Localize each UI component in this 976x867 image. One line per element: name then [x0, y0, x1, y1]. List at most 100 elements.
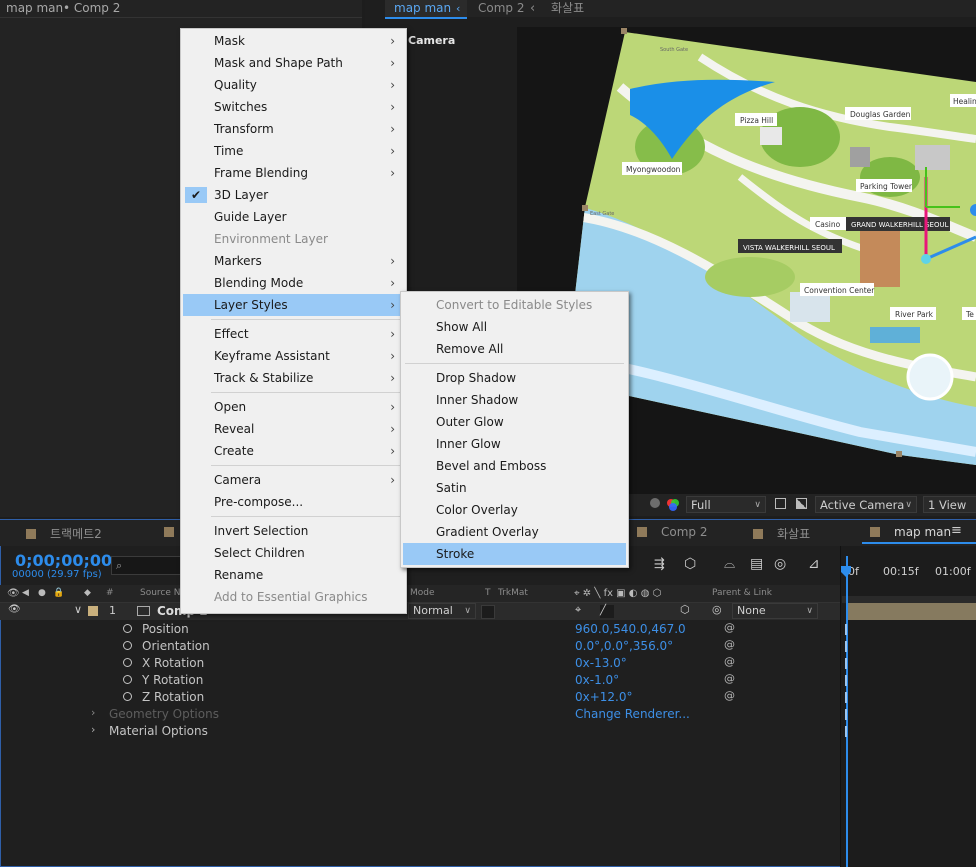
- visibility-eye-icon[interactable]: 👁: [8, 604, 21, 615]
- stopwatch-icon[interactable]: [123, 658, 132, 667]
- menu-item-open[interactable]: Open ›: [181, 396, 406, 418]
- tab-comp-2[interactable]: Comp 2: [637, 525, 707, 539]
- menu-item-gradient-overlay[interactable]: Gradient Overlay: [401, 521, 628, 543]
- change-renderer-link[interactable]: Change Renderer...: [575, 707, 690, 721]
- menu-item-time[interactable]: Time ›: [181, 140, 406, 162]
- property-value[interactable]: 0.0°,0.0°,356.0°: [575, 639, 673, 653]
- pick-whip-icon[interactable]: @: [724, 655, 735, 668]
- menu-item-guide-layer[interactable]: Guide Layer: [181, 206, 406, 228]
- menu-item-inner-glow[interactable]: Inner Glow: [401, 433, 628, 455]
- project-panel-comp-tab[interactable]: • Comp 2: [63, 1, 120, 15]
- menu-item-mask[interactable]: Mask ›: [181, 30, 406, 52]
- label-color-swatch[interactable]: [88, 606, 98, 616]
- project-panel-tab[interactable]: map man • Comp 2: [0, 0, 362, 18]
- label-icon[interactable]: ◆: [84, 588, 91, 598]
- tab-map-man[interactable]: map man: [870, 525, 951, 539]
- menu-item-transform[interactable]: Transform ›: [181, 118, 406, 140]
- chevron-right-icon[interactable]: ›: [91, 723, 95, 736]
- draft-3d-icon[interactable]: ⬡: [684, 556, 696, 572]
- panel-menu-icon[interactable]: ≡: [951, 523, 962, 538]
- chevron-right-icon[interactable]: ›: [91, 706, 95, 719]
- quality-switch-icon[interactable]: ╱: [600, 605, 614, 618]
- menu-item-invert-selection[interactable]: Invert Selection: [181, 520, 406, 542]
- tab-arrow[interactable]: 화살표: [551, 0, 584, 17]
- menu-item-keyframe-assistant[interactable]: Keyframe Assistant ›: [181, 345, 406, 367]
- chevron-down-icon[interactable]: ∨: [74, 603, 82, 616]
- transparency-grid-icon[interactable]: [796, 498, 807, 509]
- layer-row[interactable]: 👁 ∨ 1 Comp 2 Normal∨ ⌖ ╱ ⬡ ◎ None∨: [0, 603, 840, 620]
- menu-item-effect[interactable]: Effect ›: [181, 323, 406, 345]
- column-mode[interactable]: Mode: [410, 588, 435, 598]
- camera-view-select[interactable]: Active Camera ∨: [815, 496, 917, 513]
- menu-item-bevel-and-emboss[interactable]: Bevel and Emboss: [401, 455, 628, 477]
- channel-icon[interactable]: [650, 498, 660, 508]
- property-row-z-rotation[interactable]: Z Rotation 0x+12.0° @: [0, 689, 840, 706]
- menu-item-markers[interactable]: Markers ›: [181, 250, 406, 272]
- property-row-orientation[interactable]: Orientation 0.0°,0.0°,356.0° @: [0, 638, 840, 655]
- tab-comp-2[interactable]: Comp 2: [478, 0, 524, 17]
- layer-duration-bar[interactable]: [846, 603, 976, 620]
- blend-mode-select[interactable]: Normal ∨: [408, 603, 476, 619]
- property-value[interactable]: 0x-1.0°: [575, 673, 619, 687]
- tab-trackmatte2[interactable]: 트랙메트2: [26, 525, 102, 542]
- menu-item-pre-compose[interactable]: Pre-compose...: [181, 491, 406, 513]
- menu-item-switches[interactable]: Switches ›: [181, 96, 406, 118]
- stopwatch-icon[interactable]: [123, 675, 132, 684]
- layer-search-input[interactable]: ⌕: [111, 556, 186, 575]
- color-channels-icon[interactable]: [666, 497, 680, 511]
- property-row-position[interactable]: Position 960.0,540.0,467.0 @: [0, 621, 840, 638]
- menu-item-color-overlay[interactable]: Color Overlay: [401, 499, 628, 521]
- 3d-layer-switch-icon[interactable]: ⬡: [680, 603, 690, 616]
- menu-item-3d-layer[interactable]: ✔ 3D Layer: [181, 184, 406, 206]
- motion-blur-icon[interactable]: ◎: [774, 556, 786, 572]
- tab-map-man[interactable]: map man ‹: [385, 0, 467, 19]
- menu-item-blending-mode[interactable]: Blending Mode ›: [181, 272, 406, 294]
- graph-editor-icon[interactable]: ⊿: [808, 556, 820, 572]
- menu-item-quality[interactable]: Quality ›: [181, 74, 406, 96]
- menu-item-select-children[interactable]: Select Children: [181, 542, 406, 564]
- composition-flowchart-icon[interactable]: ⇶: [654, 557, 665, 572]
- column-trkmat[interactable]: TrkMat: [498, 588, 528, 598]
- view-layout-select[interactable]: 1 View: [923, 496, 976, 513]
- menu-item-show-all[interactable]: Show All: [401, 316, 628, 338]
- audio-icon[interactable]: ◀: [22, 588, 29, 598]
- menu-item-layer-styles[interactable]: Layer Styles ›: [183, 294, 404, 316]
- menu-item-camera[interactable]: Camera ›: [181, 469, 406, 491]
- shy-layers-icon[interactable]: ⌓: [724, 556, 735, 572]
- property-row-x-rotation[interactable]: X Rotation 0x-13.0° @: [0, 655, 840, 672]
- property-value[interactable]: 0x+12.0°: [575, 690, 633, 704]
- lock-icon[interactable]: 🔒: [53, 588, 64, 598]
- menu-item-outer-glow[interactable]: Outer Glow: [401, 411, 628, 433]
- pick-whip-icon[interactable]: ◎: [712, 603, 722, 616]
- pick-whip-icon[interactable]: @: [724, 638, 735, 651]
- visibility-icon[interactable]: 👁: [7, 588, 20, 599]
- preserve-transparency-checkbox[interactable]: [481, 605, 495, 619]
- parent-select[interactable]: None ∨: [732, 603, 818, 619]
- menu-item-reveal[interactable]: Reveal ›: [181, 418, 406, 440]
- property-row-y-rotation[interactable]: Y Rotation 0x-1.0° @: [0, 672, 840, 689]
- stopwatch-icon[interactable]: [123, 641, 132, 650]
- property-row-geometry-options[interactable]: › Geometry Options Change Renderer...: [0, 706, 840, 723]
- menu-item-track-stabilize[interactable]: Track & Stabilize ›: [181, 367, 406, 389]
- property-value[interactable]: 960.0,540.0,467.0: [575, 622, 686, 636]
- stopwatch-icon[interactable]: [123, 692, 132, 701]
- solo-icon[interactable]: ●: [38, 588, 46, 598]
- menu-item-create[interactable]: Create ›: [181, 440, 406, 462]
- work-area-bar[interactable]: [842, 596, 976, 603]
- resolution-select[interactable]: Full ∨: [686, 496, 766, 513]
- region-of-interest-icon[interactable]: [775, 498, 786, 509]
- pick-whip-icon[interactable]: @: [724, 689, 735, 702]
- menu-item-stroke[interactable]: Stroke: [403, 543, 626, 565]
- pick-whip-icon[interactable]: @: [724, 672, 735, 685]
- tab-arrow[interactable]: 화살표: [753, 525, 810, 542]
- menu-item-drop-shadow[interactable]: Drop Shadow: [401, 367, 628, 389]
- menu-item-remove-all[interactable]: Remove All: [401, 338, 628, 360]
- stopwatch-icon[interactable]: [123, 624, 132, 633]
- project-panel-title[interactable]: map man: [6, 1, 63, 15]
- time-ruler[interactable]: 0f 00:15f 01:00f: [841, 555, 976, 595]
- menu-item-inner-shadow[interactable]: Inner Shadow: [401, 389, 628, 411]
- property-value[interactable]: 0x-13.0°: [575, 656, 627, 670]
- column-parent-link[interactable]: Parent & Link: [712, 588, 772, 598]
- pick-whip-icon[interactable]: @: [724, 621, 735, 634]
- shy-switch-icon[interactable]: ⌖: [575, 603, 581, 617]
